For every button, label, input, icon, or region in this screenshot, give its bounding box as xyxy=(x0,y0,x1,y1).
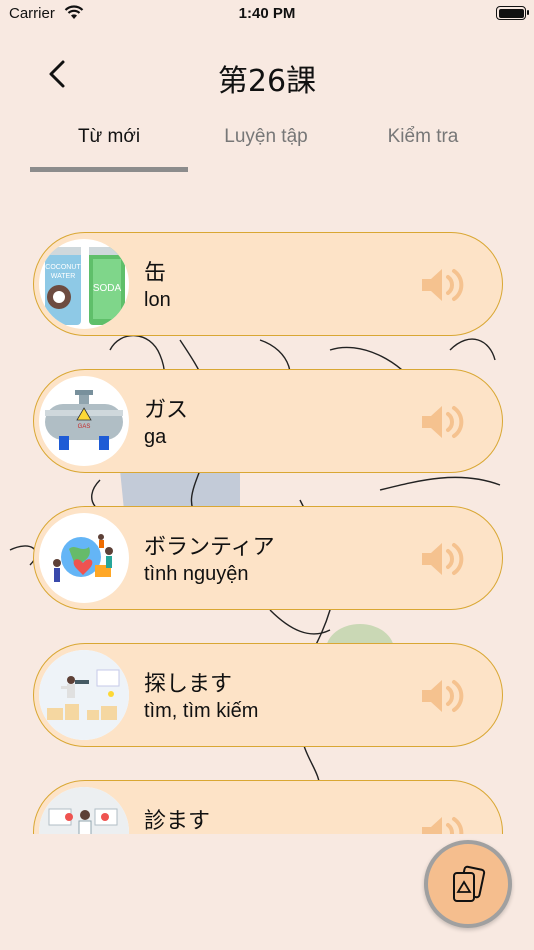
gas-tank-image: GAS xyxy=(39,376,129,466)
tank-label-gas: GAS xyxy=(78,424,91,430)
volunteer-image xyxy=(39,513,129,603)
tab-practice[interactable]: Luyện tập xyxy=(190,118,342,172)
vocab-japanese: 缶 xyxy=(144,261,167,286)
vocab-card[interactable]: ボランティア tình nguyện xyxy=(33,506,503,610)
can-label-coconut: COCONUT xyxy=(45,264,81,271)
tab-label: Luyện tập xyxy=(224,126,308,147)
speaker-icon[interactable] xyxy=(420,265,464,305)
can-label-water: WATER xyxy=(51,273,76,280)
flashcards-icon xyxy=(453,865,486,902)
vocab-japanese: 探します xyxy=(144,672,233,697)
tab-bar: Từ mới Luyện tập Kiểm tra xyxy=(30,118,510,172)
vocab-card[interactable]: GAS ガス ga xyxy=(33,369,503,473)
flashcards-button[interactable] xyxy=(424,840,512,928)
vocab-card[interactable]: 診ます xyxy=(33,780,503,834)
can-label-soda: SODA xyxy=(93,283,122,294)
vocab-meaning: tìm, tìm kiếm xyxy=(144,700,259,722)
vocab-meaning: tình nguyện xyxy=(144,563,249,585)
nav-header: 第26課 xyxy=(0,40,534,110)
status-time: 1:40 PM xyxy=(238,5,296,22)
vocab-card[interactable]: 探します tìm, tìm kiếm xyxy=(33,643,503,747)
speaker-icon[interactable] xyxy=(420,676,464,716)
tab-new-words[interactable]: Từ mới xyxy=(30,118,188,172)
vocab-meaning: lon xyxy=(144,289,171,311)
battery-icon xyxy=(496,6,529,20)
doctor-image xyxy=(39,787,129,834)
cans-image: COCONUT WATER SODA xyxy=(39,239,129,329)
vocab-japanese: ガス xyxy=(144,398,189,423)
vocab-japanese: ボランティア xyxy=(144,535,275,560)
search-image xyxy=(39,650,129,740)
tab-test[interactable]: Kiểm tra xyxy=(346,118,500,172)
speaker-icon[interactable] xyxy=(420,539,464,579)
vocab-card[interactable]: COCONUT WATER SODA 缶 lon xyxy=(33,232,503,336)
vocab-japanese: 診ます xyxy=(144,809,211,834)
tab-label: Kiểm tra xyxy=(387,126,459,147)
tab-label: Từ mới xyxy=(77,126,141,147)
speaker-icon[interactable] xyxy=(420,813,464,834)
vocab-list[interactable]: COCONUT WATER SODA 缶 lon GAS ガス ga ボランティ… xyxy=(0,232,534,834)
speaker-icon[interactable] xyxy=(420,402,464,442)
page-title: 第26課 xyxy=(217,64,317,99)
status-bar: Carrier 1:40 PM xyxy=(0,0,534,28)
vocab-meaning: ga xyxy=(144,426,167,448)
